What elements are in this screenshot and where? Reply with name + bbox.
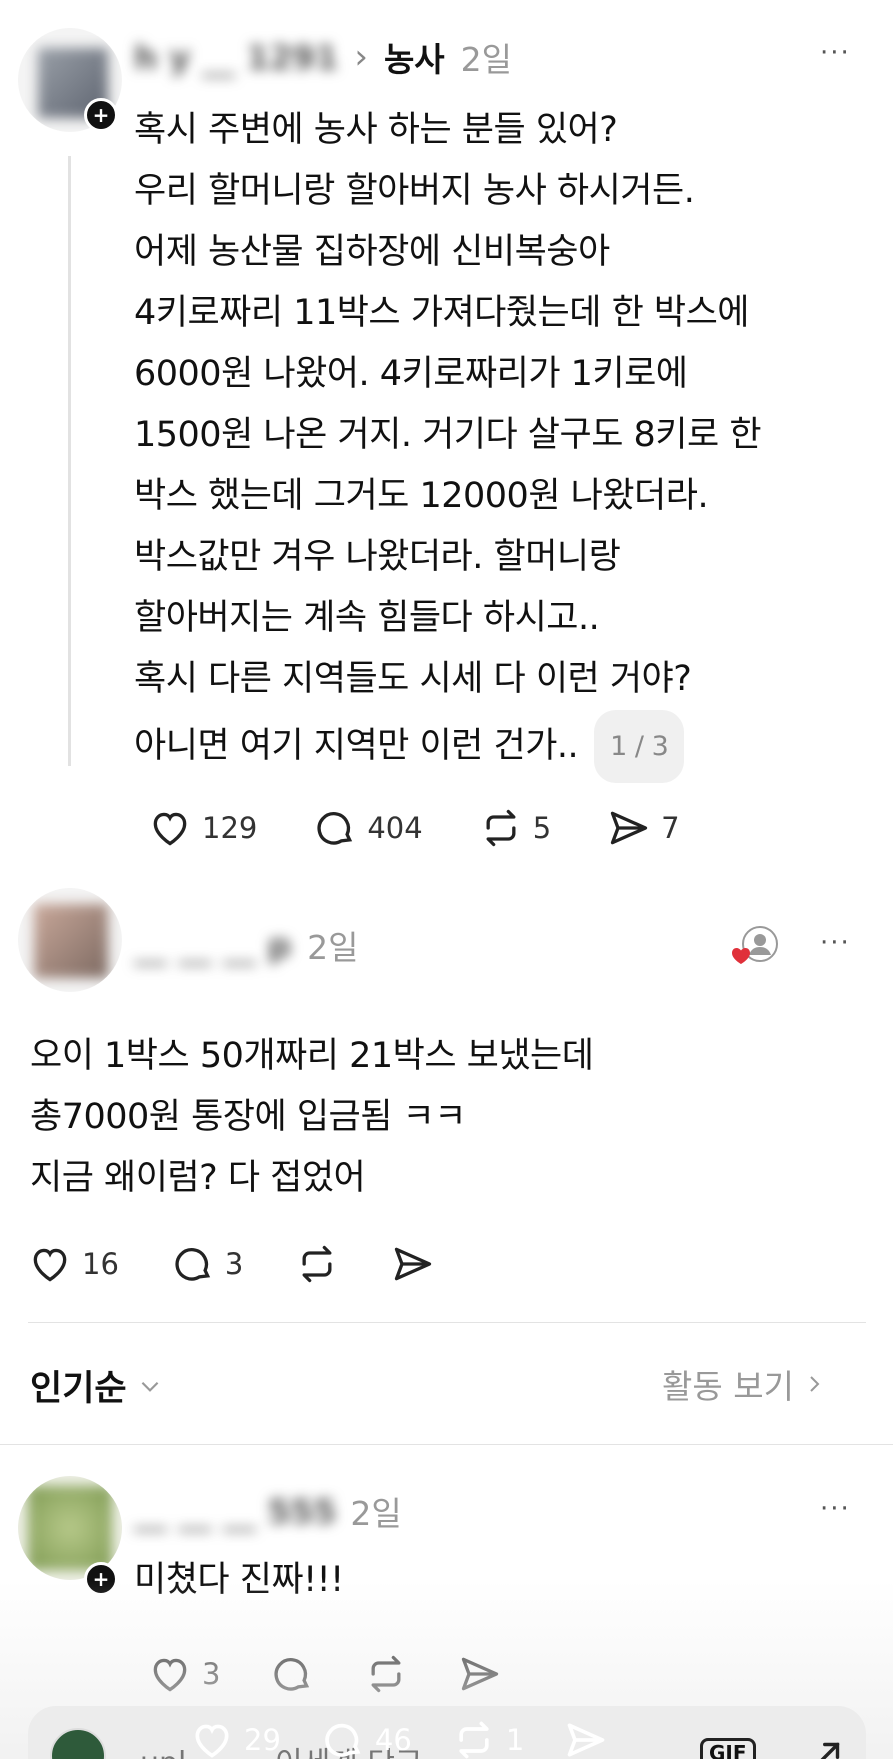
heart-icon bbox=[33, 1248, 67, 1282]
repost-icon bbox=[486, 809, 516, 847]
reply-line: 오이 1박스 50개짜리 21박스 보냈는데 bbox=[30, 1036, 594, 1076]
page-badge: 1 / 3 bbox=[594, 710, 685, 783]
post-body: 혹시 주변에 농사 하는 분들 있어? 우리 할머니랑 할아버지 농사 하시거든… bbox=[134, 100, 874, 783]
post-line: 4키로짜리 11박스 가져다줬는데 한 박스에 bbox=[134, 293, 750, 333]
reply-author-avatar[interactable] bbox=[18, 888, 122, 992]
reply-actions: 16 3 bbox=[28, 1242, 435, 1286]
reply-username[interactable]: __ __ __ p bbox=[134, 926, 291, 965]
post-line: 할아버지는 계속 힘들다 하시고.. bbox=[134, 598, 600, 638]
post-username[interactable]: h y __ 1291 bbox=[134, 38, 338, 77]
heart-icon bbox=[195, 1724, 229, 1758]
reply-line: 지금 왜이럼? 다 접었어 bbox=[30, 1158, 366, 1198]
share-button[interactable]: 7 bbox=[607, 806, 680, 850]
gif-button[interactable]: GIF bbox=[700, 1738, 756, 1759]
reply-like-button[interactable]: 16 bbox=[28, 1242, 119, 1286]
reply-time: 2일 bbox=[307, 928, 359, 967]
like-count: 129 bbox=[202, 811, 258, 845]
reply-line: 총7000원 통장에 입금됨 ㅋㅋ bbox=[30, 1097, 466, 1137]
reply-body: 오이 1박스 50개짜리 21박스 보냈는데 총7000원 통장에 입금됨 ㅋㅋ… bbox=[30, 1026, 870, 1209]
bottom-like-button[interactable]: 29 bbox=[190, 1718, 281, 1759]
sort-dropdown[interactable]: 인기순 bbox=[30, 1360, 163, 1411]
post-line: 혹시 주변에 농사 하는 분들 있어? bbox=[134, 110, 618, 150]
post-last-line: 아니면 여기 지역만 이런 건가.. 1 / 3 bbox=[134, 710, 874, 783]
follow-plus-icon[interactable]: + bbox=[84, 98, 118, 132]
reply-like-count: 16 bbox=[82, 1247, 119, 1281]
post-line: 아니면 여기 지역만 이런 건가.. bbox=[134, 726, 579, 766]
bottom-bar-actions: 29 46 1 bbox=[190, 1718, 608, 1759]
bottom-like-count: 29 bbox=[244, 1723, 281, 1757]
comment-header: __ __ __ 555 2일 bbox=[134, 1484, 402, 1538]
comment-icon bbox=[325, 1723, 361, 1757]
reply-repost-button[interactable] bbox=[295, 1242, 339, 1286]
chevron-right-icon bbox=[810, 1376, 820, 1392]
post-line: 1500원 나온 거지. 거기다 살구도 8키로 한 bbox=[134, 415, 762, 455]
comment-button[interactable]: 404 bbox=[313, 806, 423, 850]
post-line: 혹시 다른 지역들도 시세 다 이런 거야? bbox=[134, 659, 692, 699]
post-line: 박스 했는데 그거도 12000원 나왔더라. bbox=[134, 476, 709, 516]
bottom-repost-count: 1 bbox=[505, 1723, 525, 1757]
reply-comment-button[interactable]: 3 bbox=[171, 1242, 243, 1286]
expand-arrow-icon[interactable] bbox=[812, 1736, 846, 1759]
post-time: 2일 bbox=[460, 40, 513, 79]
heart-icon bbox=[153, 812, 187, 846]
share-count: 7 bbox=[661, 811, 680, 845]
post-topic[interactable]: 농사 bbox=[384, 33, 445, 81]
bottom-share-button[interactable] bbox=[564, 1718, 608, 1759]
activity-link[interactable]: 활동 보기 bbox=[662, 1360, 826, 1408]
bottom-comment-count: 46 bbox=[374, 1723, 412, 1757]
reply-share-button[interactable] bbox=[391, 1242, 435, 1286]
thread-line bbox=[68, 156, 71, 766]
post-more-icon[interactable]: ··· bbox=[820, 38, 851, 68]
chevron-right-icon: › bbox=[354, 37, 368, 77]
send-icon bbox=[567, 1723, 605, 1757]
post-line: 어제 농산물 집하장에 신비복숭아 bbox=[134, 232, 610, 272]
comment-username[interactable]: __ __ __ 555 bbox=[134, 1492, 336, 1531]
post-line: 박스값만 겨우 나왔더라. 할머니랑 bbox=[134, 537, 621, 577]
repost-count: 5 bbox=[532, 811, 552, 845]
comment-icon bbox=[317, 812, 353, 845]
repost-icon bbox=[302, 1245, 332, 1283]
post-header: h y __ 1291 › 농사 2일 bbox=[134, 30, 512, 84]
liked-by-author-icon bbox=[728, 924, 780, 968]
like-button[interactable]: 129 bbox=[148, 806, 257, 850]
post-actions: 129 404 5 7 bbox=[148, 806, 680, 850]
post-line: 우리 할머니랑 할아버지 농사 하시거든. bbox=[134, 171, 695, 211]
reply-header: __ __ __ p 2일 bbox=[134, 918, 358, 972]
bottom-repost-button[interactable]: 1 bbox=[452, 1718, 524, 1759]
chevron-down-icon bbox=[141, 1381, 158, 1392]
comment-time: 2일 bbox=[350, 1494, 402, 1533]
repost-icon bbox=[459, 1721, 489, 1759]
activity-label: 활동 보기 bbox=[662, 1367, 794, 1406]
sort-label: 인기순 bbox=[30, 1369, 127, 1409]
comment-icon bbox=[175, 1248, 211, 1281]
section-divider bbox=[0, 1444, 893, 1445]
reply-comment-count: 3 bbox=[224, 1247, 244, 1281]
repost-button[interactable]: 5 bbox=[479, 806, 551, 850]
comment-count: 404 bbox=[367, 811, 423, 845]
comment-more-icon[interactable]: ··· bbox=[820, 1494, 851, 1524]
send-icon bbox=[611, 811, 648, 845]
post-line: 6000원 나왔어. 4키로짜리가 1키로에 bbox=[134, 354, 688, 394]
reply-more-icon[interactable]: ··· bbox=[820, 928, 851, 958]
gif-label: GIF bbox=[709, 1741, 747, 1759]
send-icon bbox=[395, 1247, 432, 1281]
bottom-comment-button[interactable]: 46 bbox=[321, 1718, 412, 1759]
section-divider bbox=[28, 1322, 866, 1323]
